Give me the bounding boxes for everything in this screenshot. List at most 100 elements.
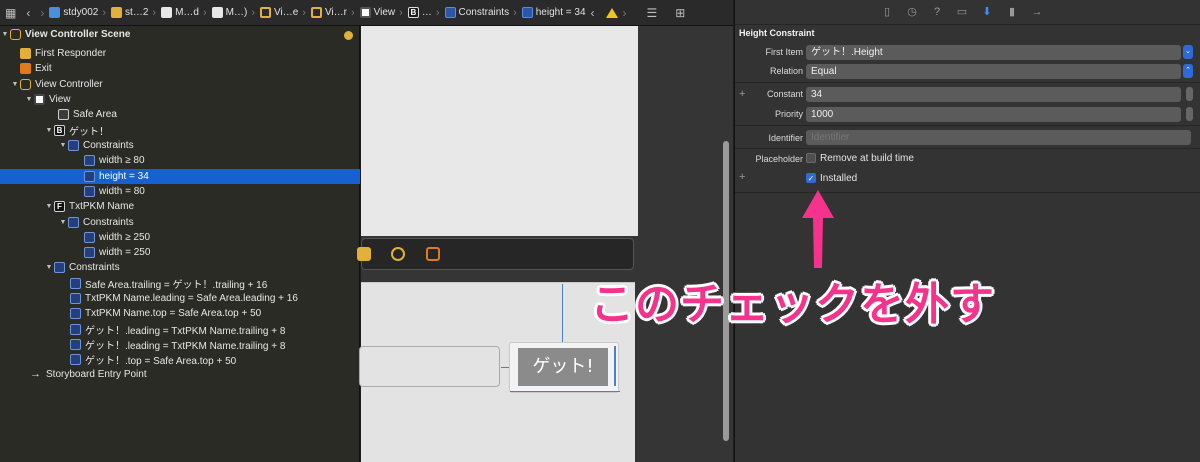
scene-dock[interactable] bbox=[357, 238, 634, 270]
relation-popup[interactable]: Equal bbox=[806, 64, 1181, 79]
scene-view-upper bbox=[361, 26, 638, 236]
outline-row-constraint-width-min-250[interactable]: width ≥ 250 bbox=[0, 230, 360, 245]
installed-checkbox[interactable]: ✓ bbox=[806, 173, 816, 183]
horizontal-spacing-constraint-icon bbox=[70, 339, 81, 351]
disclosure-triangle-icon[interactable]: ▼ bbox=[58, 142, 68, 149]
breadcrumb-scene[interactable]: Vi…e › bbox=[259, 0, 311, 25]
outline-row-constraint-2[interactable]: TxtPKM Name.leading = Safe Area.leading … bbox=[0, 291, 360, 306]
history-inspector-icon[interactable]: ◷ bbox=[905, 5, 919, 19]
storyboard-canvas[interactable]: ゲット! bbox=[357, 26, 733, 462]
breadcrumb-folder[interactable]: st…2 › bbox=[111, 0, 161, 25]
get-button[interactable]: ゲット! bbox=[509, 342, 620, 393]
disclosure-triangle-icon[interactable]: ▼ bbox=[44, 203, 54, 210]
outline-row-constraint-3[interactable]: TxtPKM Name.top = Safe Area.top + 50 bbox=[0, 306, 360, 321]
height-constraint-icon bbox=[84, 171, 95, 183]
top-constraint-line bbox=[562, 284, 563, 342]
breadcrumb-height-constraint[interactable]: height = 34 bbox=[521, 0, 586, 25]
grid-icon[interactable]: ▦ bbox=[0, 6, 21, 20]
outline-row-first-responder[interactable]: First Responder bbox=[0, 46, 360, 61]
disclosure-triangle-icon[interactable]: ▼ bbox=[44, 127, 54, 134]
disclosure-triangle-icon[interactable]: ▼ bbox=[0, 31, 10, 38]
help-inspector-icon[interactable]: ? bbox=[930, 5, 944, 19]
document-outline: ▼ View Controller Scene First Responder … bbox=[0, 26, 360, 462]
outline-row-safe-area[interactable]: Safe Area bbox=[0, 107, 360, 122]
outline-row-button-constraints[interactable]: ▼ Constraints bbox=[0, 138, 360, 153]
txtpkm-name-text-field[interactable] bbox=[359, 346, 500, 387]
connections-inspector-icon[interactable]: → bbox=[1030, 5, 1044, 19]
outline-row-constraint-height[interactable]: height = 34 bbox=[0, 169, 360, 185]
outline-row-constraint-1[interactable]: Safe Area.trailing = ゲット！.trailing + 16 bbox=[0, 276, 360, 291]
annotation-text: このチェックを外す bbox=[590, 279, 995, 330]
exit-icon bbox=[20, 63, 31, 75]
disclosure-triangle-icon[interactable]: ▼ bbox=[44, 264, 54, 271]
entry-point-arrow-icon: → bbox=[30, 368, 41, 381]
outline-row-constraint-width-250[interactable]: width = 250 bbox=[0, 245, 360, 260]
disclosure-triangle-icon[interactable]: ▼ bbox=[10, 81, 20, 88]
installed-label: Installed bbox=[820, 173, 858, 184]
constraints-icon bbox=[444, 7, 456, 18]
attributes-inspector-icon[interactable]: ⬇ bbox=[980, 5, 994, 19]
constant-field[interactable]: 34 bbox=[806, 87, 1181, 102]
outline-row-exit[interactable]: Exit bbox=[0, 61, 360, 76]
warning-icon[interactable] bbox=[605, 7, 618, 18]
constraints-icon bbox=[68, 217, 79, 229]
outline-row-constraint-width-min[interactable]: width ≥ 80 bbox=[0, 153, 360, 168]
breadcrumb-view-controller[interactable]: Vi…r › bbox=[310, 0, 360, 25]
outline-row-constraint-5[interactable]: ゲット！.leading = TxtPKM Name.trailing + 8 bbox=[0, 337, 360, 352]
file-inspector-icon[interactable]: ▯ bbox=[880, 5, 894, 19]
scene-icon bbox=[10, 29, 21, 41]
divider bbox=[735, 82, 1200, 83]
outline-row-entry-point[interactable]: → Storyboard Entry Point bbox=[0, 367, 360, 382]
size-inspector-icon[interactable]: ▮ bbox=[1005, 5, 1019, 19]
outline-row-constraint-6[interactable]: ゲット！.top = Safe Area.top + 50 bbox=[0, 352, 360, 367]
remove-at-build-checkbox[interactable] bbox=[806, 153, 816, 163]
identity-inspector-icon[interactable]: ▭ bbox=[955, 5, 969, 19]
first-item-popup[interactable]: ゲット！.Height bbox=[806, 45, 1181, 60]
outline-row-scene[interactable]: ▼ View Controller Scene bbox=[0, 27, 360, 42]
outline-row-view-controller[interactable]: ▼ View Controller bbox=[0, 77, 360, 92]
disclosure-triangle-icon[interactable]: ▼ bbox=[24, 96, 34, 103]
identifier-field[interactable] bbox=[806, 130, 1191, 145]
add-variation-icon[interactable]: + bbox=[739, 171, 745, 183]
relation-dropdown-icon[interactable]: ⌃ bbox=[1183, 64, 1193, 78]
nav-back-icon[interactable]: ‹ bbox=[586, 6, 600, 20]
outline-row-constraint-width[interactable]: width = 80 bbox=[0, 184, 360, 199]
outline-row-view[interactable]: ▼ View bbox=[0, 92, 360, 107]
project-icon bbox=[49, 7, 61, 18]
annotation-arrow-icon bbox=[802, 190, 834, 268]
nav-forward-icon[interactable]: › bbox=[618, 6, 632, 20]
priority-field[interactable]: 1000 bbox=[806, 107, 1181, 122]
scene-status-dot-icon bbox=[344, 31, 353, 40]
outline-row-button[interactable]: ▼ B ゲット！ bbox=[0, 123, 360, 138]
editor-options-icon[interactable]: ☰ bbox=[642, 6, 663, 20]
back-arrow-icon[interactable]: ‹ bbox=[21, 6, 35, 20]
outline-row-view-constraints[interactable]: ▼ Constraints bbox=[0, 260, 360, 275]
leading-constraint-icon bbox=[70, 293, 81, 305]
breadcrumb-storyboard-base[interactable]: M…) › bbox=[211, 0, 260, 25]
inspector-section-title: Height Constraint bbox=[739, 28, 815, 38]
outline-row-textfield[interactable]: ▼ F TxtPKM Name bbox=[0, 199, 360, 214]
priority-label: Priority bbox=[774, 109, 803, 119]
breadcrumb-storyboard[interactable]: M…d › bbox=[161, 0, 212, 25]
disclosure-triangle-icon[interactable]: ▼ bbox=[58, 219, 68, 226]
exit-dock-icon[interactable] bbox=[426, 247, 440, 261]
breadcrumb-constraints[interactable]: Constraints › bbox=[444, 0, 522, 25]
priority-stepper[interactable] bbox=[1186, 107, 1193, 121]
split-editor-icon[interactable]: ⊞ bbox=[670, 6, 690, 20]
outline-row-textfield-constraints[interactable]: ▼ Constraints bbox=[0, 215, 360, 230]
trailing-constraint-icon bbox=[70, 278, 81, 290]
view-controller-dock-icon[interactable] bbox=[357, 247, 371, 261]
breadcrumb-project[interactable]: stdy002 › bbox=[49, 0, 111, 25]
first-responder-dock-icon[interactable] bbox=[391, 247, 405, 261]
view-icon bbox=[34, 94, 45, 106]
breadcrumb-button[interactable]: B… › bbox=[407, 0, 445, 25]
first-item-dropdown-icon[interactable]: ⌄ bbox=[1183, 45, 1193, 59]
document-icon bbox=[211, 7, 223, 18]
outline-row-constraint-4[interactable]: ゲット！.leading = TxtPKM Name.trailing + 8 bbox=[0, 322, 360, 337]
document-icon bbox=[161, 7, 173, 18]
safe-area-icon bbox=[58, 109, 69, 121]
constant-stepper[interactable] bbox=[1186, 87, 1193, 101]
height-constraint-line bbox=[614, 346, 616, 386]
forward-arrow-icon[interactable]: › bbox=[35, 6, 49, 20]
breadcrumb-view[interactable]: View › bbox=[359, 0, 408, 25]
